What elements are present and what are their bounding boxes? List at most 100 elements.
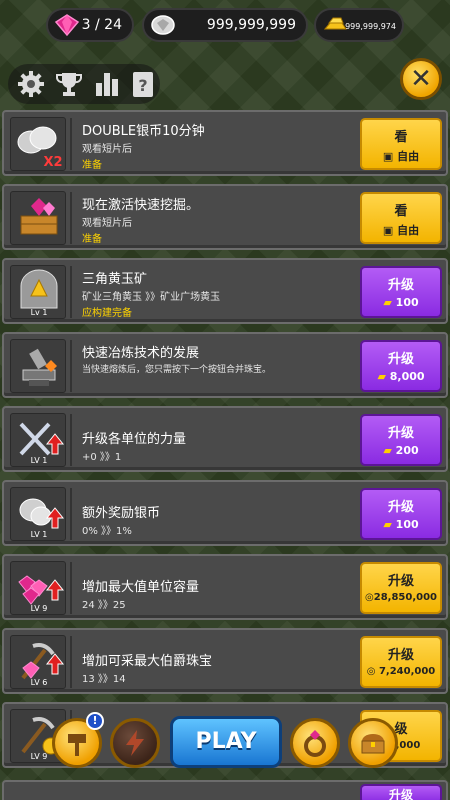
bottom-dock: ! PLAY xyxy=(0,710,450,800)
item-thumbnail: Lv 1 xyxy=(10,265,66,319)
item-title: 现在激活快速挖掘。 xyxy=(82,198,200,213)
settings-gear-icon[interactable] xyxy=(16,69,46,99)
divider xyxy=(70,118,72,170)
item-subtitle: 0% 》》1% xyxy=(82,526,132,537)
item-title: 增加最大值单位容量 xyxy=(82,580,200,595)
upgrade-button[interactable]: 升级 ◎ 7,240,000 xyxy=(360,636,442,688)
button-sublabel: ▣ 自由 xyxy=(382,224,420,237)
item-subtitle: 矿业三角黄玉 》》矿业广场黄玉 xyxy=(82,292,221,303)
list-item: LV 6 增加可采最大伯爵珠宝 13 》》14 升级 ◎ 7,240,000 xyxy=(2,628,448,694)
chest-button[interactable] xyxy=(348,718,398,768)
item-thumbnail: LV 1 xyxy=(10,487,66,541)
svg-text:?: ? xyxy=(138,76,147,95)
level-label: LV 9 xyxy=(30,604,48,613)
treasure-chest-icon xyxy=(361,734,385,754)
watch-video-button[interactable]: 看 ▣ 自由 xyxy=(360,192,442,244)
button-sublabel: ▰ 100 xyxy=(383,518,419,531)
list-item: X2 DOUBLE银币10分钟 观看短片后 准备 看 ▣ 自由 xyxy=(2,110,448,176)
divider xyxy=(70,266,72,318)
silver-gem-icon xyxy=(151,15,175,35)
list-item: Lv 1 三角黄玉矿 矿业三角黄玉 》》矿业广场黄玉 应构建完备 升级 ▰ 10… xyxy=(2,258,448,324)
gold-counter: 999,999,974 xyxy=(314,8,404,42)
item-subtitle: +0 》》1 xyxy=(82,452,122,463)
item-thumbnail xyxy=(10,339,66,393)
item-status: 准备 xyxy=(82,160,102,171)
upgrade-button[interactable]: 升级 ▰ 200 xyxy=(360,414,442,466)
button-sublabel: ▣ 自由 xyxy=(382,150,420,163)
trophy-icon[interactable] xyxy=(54,69,84,99)
level-label: LV 6 xyxy=(30,678,48,687)
item-title: 增加可采最大伯爵珠宝 xyxy=(82,654,213,669)
ring-button[interactable] xyxy=(290,718,340,768)
button-label: 升级 xyxy=(387,352,414,367)
pink-gem-icon xyxy=(54,14,80,37)
upgrade-button[interactable]: 升级 ◎28,850,000 xyxy=(360,562,442,614)
button-label: 升级 xyxy=(387,278,414,293)
button-label: 升级 xyxy=(387,648,414,663)
button-sublabel: ▰ 100 xyxy=(383,296,419,309)
divider xyxy=(70,636,72,688)
level-label: LV 1 xyxy=(30,456,48,465)
item-title: 升级各单位的力量 xyxy=(82,432,187,447)
gem-counter: 3 / 24 xyxy=(46,8,134,42)
gold-bars-icon: ▰ xyxy=(383,296,392,309)
watch-video-button[interactable]: 看 ▣ 自由 xyxy=(360,118,442,170)
gold-count: 999,999,974 xyxy=(345,22,396,31)
upgrade-button[interactable]: 升级 ▰ 8,000 xyxy=(360,340,442,392)
item-subtitle: 24 》》25 xyxy=(82,600,126,611)
item-subtitle: 当快速熔炼后，您只需按下一个按钮合并珠宝。 xyxy=(82,365,272,375)
item-thumbnail: LV 9 xyxy=(10,561,66,615)
item-subtitle: 13 》》14 xyxy=(82,674,126,685)
divider xyxy=(70,562,72,614)
hammer-icon xyxy=(68,734,86,756)
silver-counter: 999,999,999 xyxy=(142,8,308,42)
divider xyxy=(70,340,72,392)
upgrade-button[interactable]: 升级 ▰ 100 xyxy=(360,488,442,540)
item-subtitle: 观看短片后 xyxy=(82,218,132,229)
gem-basket-icon xyxy=(20,198,58,235)
boost-button[interactable] xyxy=(110,718,160,768)
item-title: 三角黄玉矿 xyxy=(82,272,148,287)
button-label: 看 xyxy=(394,130,408,145)
gem-count: 3 / 24 xyxy=(81,17,122,33)
gold-bars-icon: ▰ xyxy=(383,444,392,457)
svg-text:X2: X2 xyxy=(43,155,62,170)
level-label: LV 1 xyxy=(30,530,48,539)
toolbar: ? xyxy=(8,64,160,104)
film-icon: ▣ xyxy=(382,224,394,237)
button-sublabel: ▰ 8,000 xyxy=(377,370,425,383)
list-item: 快速冶炼技术的发展 当快速熔炼后，您只需按下一个按钮合并珠宝。 升级 ▰ 8,0… xyxy=(2,332,448,398)
button-label: 升级 xyxy=(387,574,414,589)
item-thumbnail: LV 6 xyxy=(10,635,66,689)
item-status: 准备 xyxy=(82,234,102,245)
divider xyxy=(70,488,72,540)
button-label: 看 xyxy=(394,204,408,219)
alert-badge: ! xyxy=(86,712,104,730)
smelting-anvil-icon xyxy=(22,348,57,386)
button-sublabel: ◎ 7,240,000 xyxy=(366,666,436,677)
silver-coin-icon: ◎ xyxy=(365,592,374,603)
item-title: 快速冶炼技术的发展 xyxy=(82,346,200,361)
divider xyxy=(70,414,72,466)
help-card-icon[interactable]: ? xyxy=(128,69,158,99)
film-icon: ▣ xyxy=(382,150,394,163)
item-thumbnail: LV 1 xyxy=(10,413,66,467)
list-item: LV 9 增加最大值单位容量 24 》》25 升级 ◎28,850,000 xyxy=(2,554,448,620)
item-thumbnail: X2 xyxy=(10,117,66,171)
upgrade-button[interactable]: 升级 ▰ 100 xyxy=(360,266,442,318)
play-button[interactable]: PLAY xyxy=(170,716,282,768)
close-button[interactable]: ✕ xyxy=(400,58,442,100)
list-item: 现在激活快速挖掘。 观看短片后 准备 看 ▣ 自由 xyxy=(2,184,448,250)
divider xyxy=(70,192,72,244)
lightning-icon xyxy=(126,730,144,756)
gold-bars-icon: ▰ xyxy=(377,370,386,383)
ring-icon xyxy=(304,730,326,757)
gold-bars-icon xyxy=(323,17,347,30)
button-sublabel: ◎28,850,000 xyxy=(365,592,437,603)
stats-bars-icon[interactable] xyxy=(92,69,122,99)
button-label: 升级 xyxy=(387,426,414,441)
button-sublabel: ▰ 200 xyxy=(383,444,419,457)
list-item: LV 1 额外奖励银币 0% 》》1% 升级 ▰ 100 xyxy=(2,480,448,546)
item-status: 应构建完备 xyxy=(82,308,132,319)
item-title: DOUBLE银币10分钟 xyxy=(82,124,205,139)
